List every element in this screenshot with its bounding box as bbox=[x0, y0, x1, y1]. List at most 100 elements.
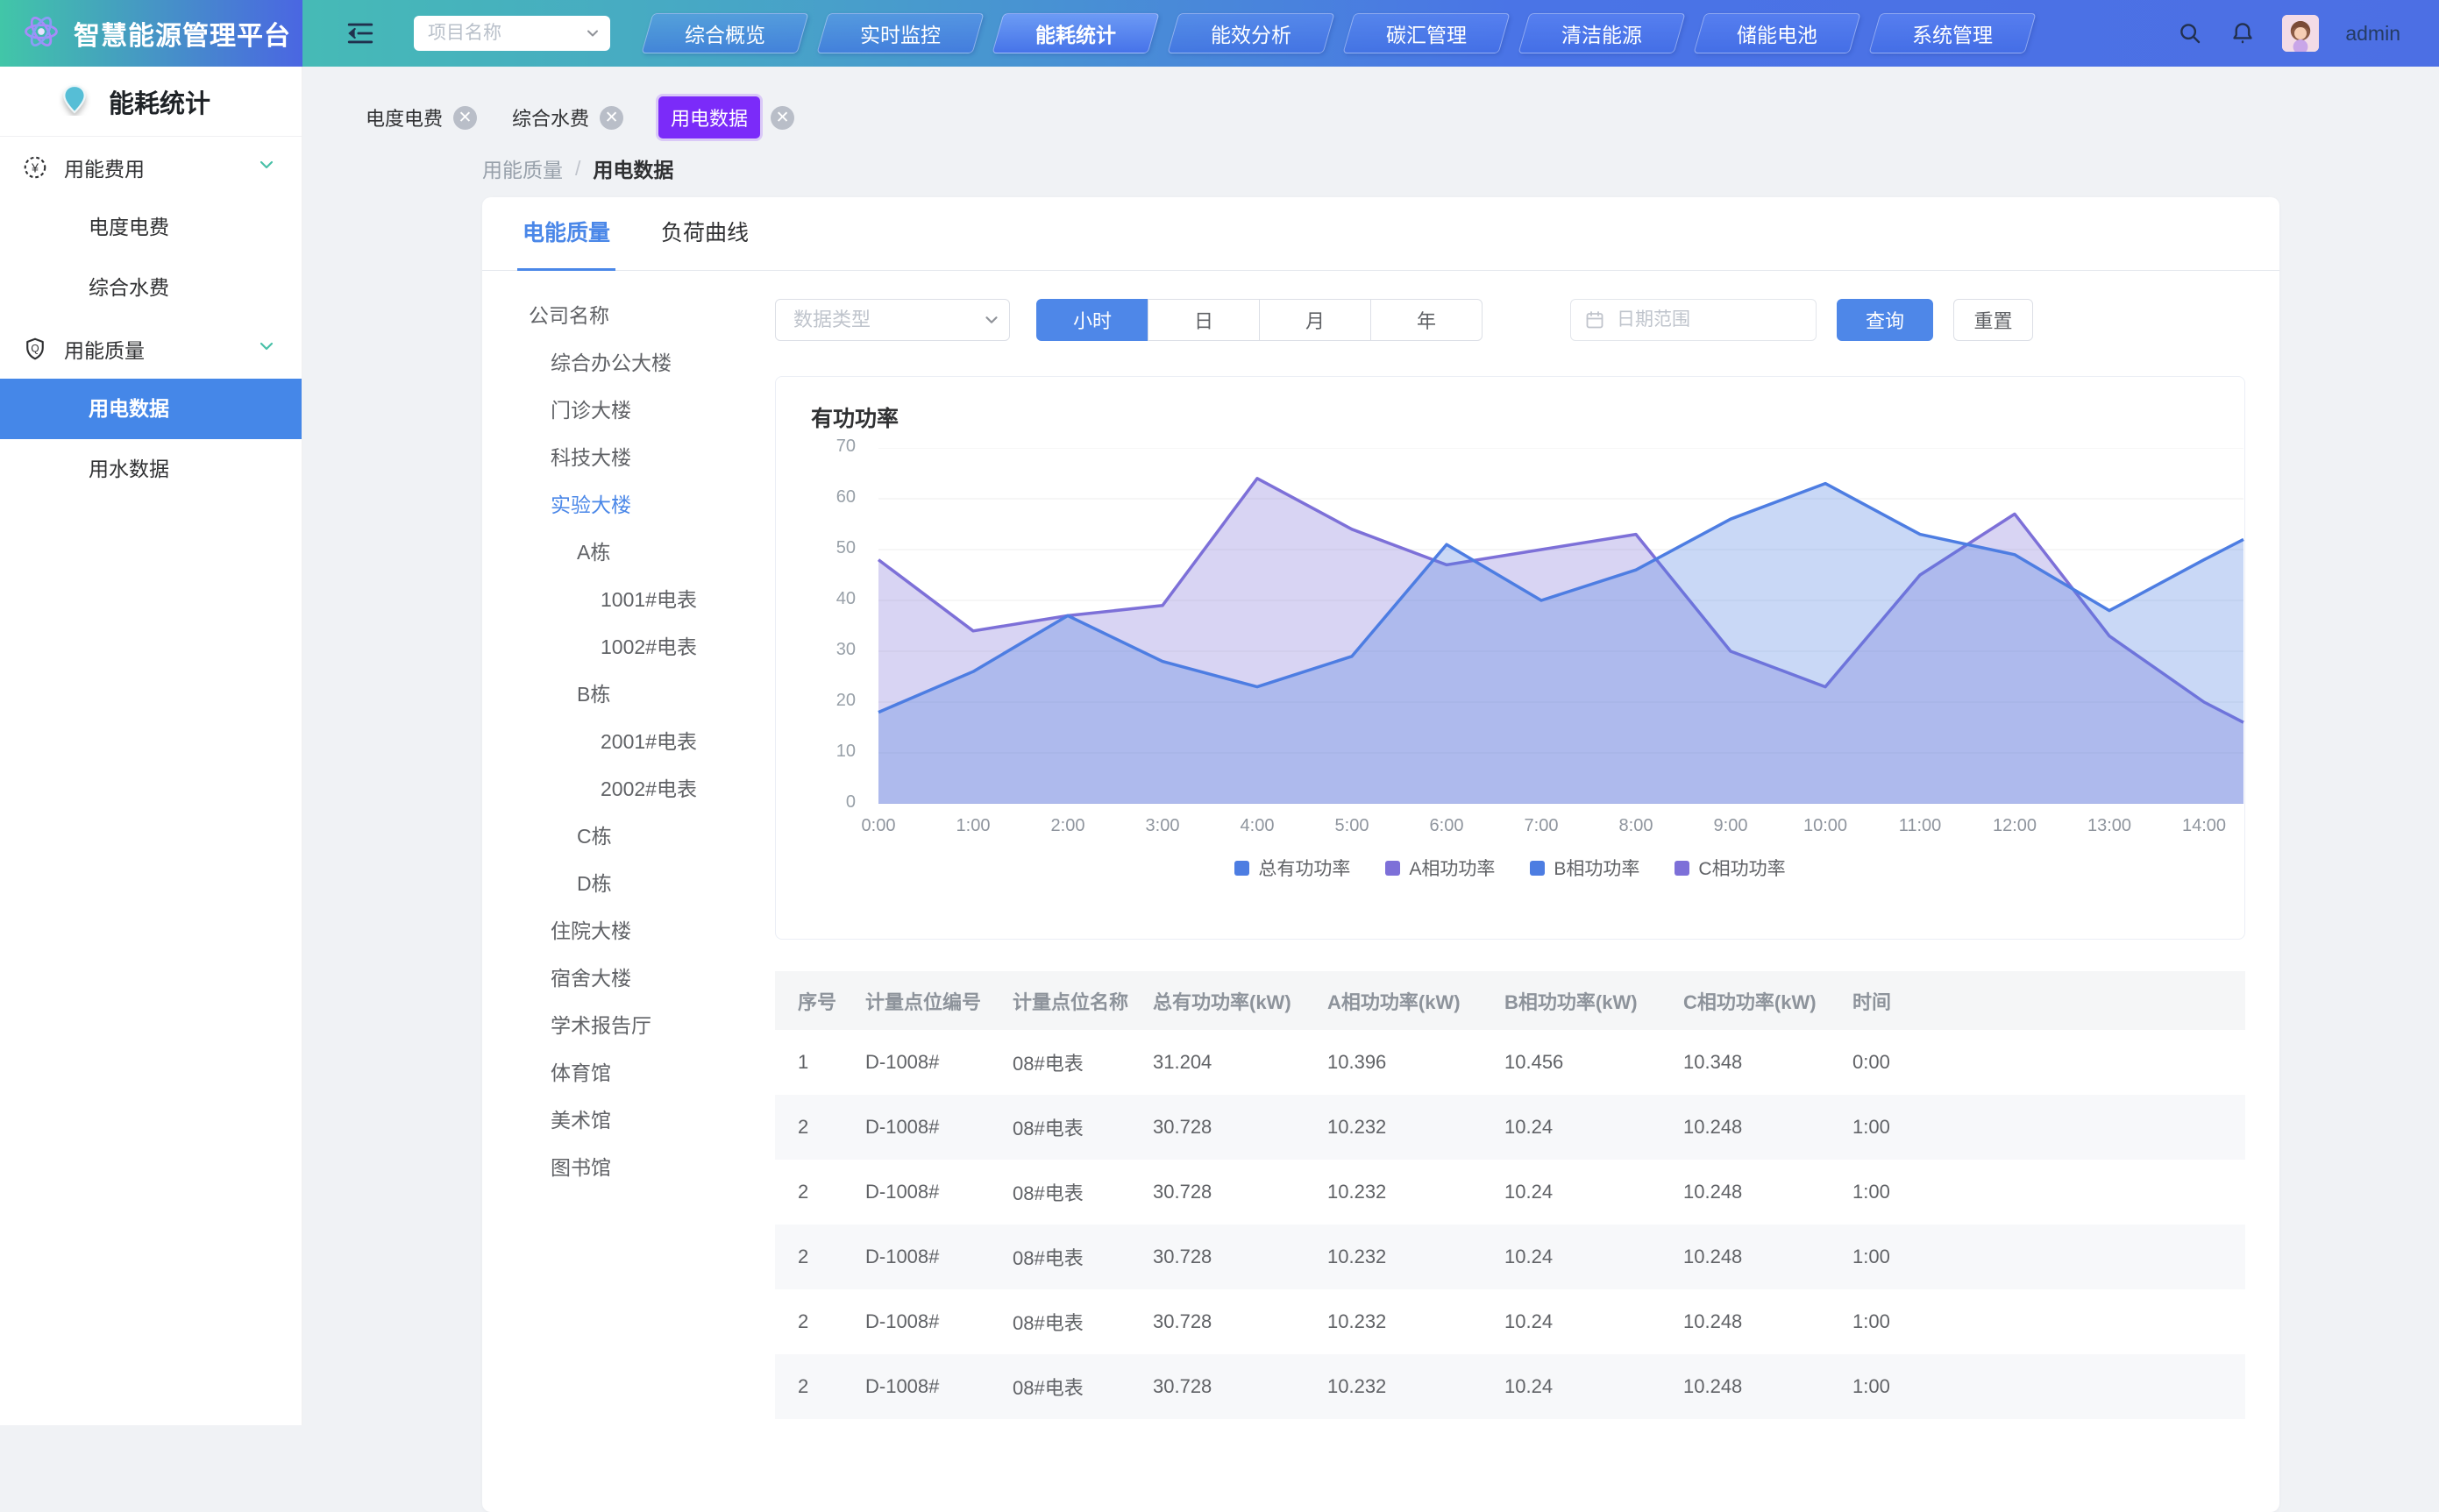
tree-item[interactable]: 科技大楼 bbox=[526, 434, 775, 481]
tree-item[interactable]: 2002#电表 bbox=[526, 765, 775, 813]
svg-text:Q: Q bbox=[31, 342, 39, 354]
y-axis-tick: 50 bbox=[803, 538, 856, 558]
project-select[interactable] bbox=[414, 16, 610, 51]
sidebar-item[interactable]: 综合水费 bbox=[0, 258, 302, 318]
legend-item[interactable]: 总有功功率 bbox=[1234, 855, 1350, 881]
data-type-input[interactable] bbox=[775, 299, 1010, 341]
tree-item[interactable]: 2001#电表 bbox=[526, 718, 775, 765]
x-axis-tick: 9:00 bbox=[1691, 816, 1770, 836]
nav-item[interactable]: 系统管理 bbox=[1868, 13, 2036, 53]
table-cell: 2 bbox=[775, 1310, 843, 1333]
main-nav: 综合概览实时监控能耗统计能效分析碳汇管理清洁能源储能电池系统管理 bbox=[647, 13, 2030, 53]
topbar-right: admin bbox=[2177, 15, 2439, 52]
period-button[interactable]: 日 bbox=[1148, 299, 1260, 341]
x-axis-tick: 12:00 bbox=[1975, 816, 2054, 836]
legend-item[interactable]: C相功功率 bbox=[1675, 855, 1785, 881]
legend-swatch bbox=[1234, 861, 1249, 876]
view-tag[interactable]: 综合水费✕ bbox=[512, 103, 623, 131]
nav-item[interactable]: 碳汇管理 bbox=[1342, 13, 1510, 53]
table-cell: 10.24 bbox=[1482, 1181, 1660, 1203]
tree-item[interactable]: 住院大楼 bbox=[526, 907, 775, 955]
username[interactable]: admin bbox=[2345, 22, 2400, 46]
svg-text:¥: ¥ bbox=[31, 161, 39, 175]
table-cell: 08#电表 bbox=[990, 1243, 1130, 1271]
table-cell: 10.248 bbox=[1660, 1310, 1830, 1333]
table-cell: 1:00 bbox=[1830, 1375, 2245, 1398]
tree-item[interactable]: 学术报告厅 bbox=[526, 1002, 775, 1049]
sidebar-item[interactable]: 电度电费 bbox=[0, 197, 302, 258]
tree-item[interactable]: 1002#电表 bbox=[526, 623, 775, 671]
period-button[interactable]: 小时 bbox=[1036, 299, 1148, 341]
tab-负荷曲线[interactable]: 负荷曲线 bbox=[656, 216, 754, 270]
table-cell: D-1008# bbox=[843, 1310, 990, 1333]
close-icon[interactable]: ✕ bbox=[600, 106, 623, 130]
data-table: 序号计量点位编号计量点位名称总有功功率(kW)A相功功率(kW)B相功功率(kW… bbox=[775, 971, 2245, 1419]
tree-item[interactable]: 图书馆 bbox=[526, 1144, 775, 1191]
view-tag[interactable]: 电度电费✕ bbox=[366, 103, 477, 131]
period-button[interactable]: 年 bbox=[1370, 299, 1483, 341]
tree-item[interactable]: 宿舍大楼 bbox=[526, 955, 775, 1002]
date-range-picker[interactable] bbox=[1570, 299, 1817, 341]
table-cell: 0:00 bbox=[1830, 1051, 2245, 1074]
breadcrumb-current: 用电数据 bbox=[593, 153, 673, 183]
sidebar-group-label: 用能费用 bbox=[64, 153, 145, 182]
sidebar-item[interactable]: 用水数据 bbox=[0, 439, 302, 500]
sidebar-group[interactable]: Q用能质量 bbox=[0, 318, 302, 379]
tree-item[interactable]: 公司名称 bbox=[526, 292, 775, 339]
project-select-input[interactable] bbox=[414, 16, 610, 51]
close-icon[interactable]: ✕ bbox=[453, 106, 477, 130]
tree-item[interactable]: 门诊大楼 bbox=[526, 387, 775, 434]
table-cell: D-1008# bbox=[843, 1375, 990, 1398]
view-tag-label: 用电数据 bbox=[658, 96, 760, 138]
table-cell: 10.232 bbox=[1305, 1375, 1482, 1398]
tree-item[interactable]: A栋 bbox=[526, 529, 775, 576]
query-button[interactable]: 查询 bbox=[1837, 299, 1933, 341]
tab-电能质量[interactable]: 电能质量 bbox=[517, 216, 615, 270]
legend-item[interactable]: B相功功率 bbox=[1530, 855, 1639, 881]
close-icon[interactable]: ✕ bbox=[771, 106, 794, 130]
view-tag[interactable]: 用电数据 ✕ bbox=[658, 96, 794, 138]
tree-item[interactable]: 1001#电表 bbox=[526, 576, 775, 623]
tree-item[interactable]: C栋 bbox=[526, 813, 775, 860]
table-cell: 10.232 bbox=[1305, 1181, 1482, 1203]
sidebar-item[interactable]: 用电数据 bbox=[0, 379, 302, 439]
bell-icon[interactable] bbox=[2229, 20, 2256, 46]
tree-item[interactable]: 美术馆 bbox=[526, 1097, 775, 1144]
x-axis-tick: 14:00 bbox=[2165, 816, 2243, 836]
tree-item[interactable]: D栋 bbox=[526, 860, 775, 907]
nav-item[interactable]: 实时监控 bbox=[816, 13, 984, 53]
table-cell: 10.24 bbox=[1482, 1116, 1660, 1139]
nav-item[interactable]: 能耗统计 bbox=[992, 13, 1159, 53]
nav-item[interactable]: 清洁能源 bbox=[1518, 13, 1685, 53]
nav-item[interactable]: 综合概览 bbox=[641, 13, 808, 53]
avatar[interactable] bbox=[2282, 15, 2319, 52]
table-cell: 2 bbox=[775, 1375, 843, 1398]
breadcrumb: 用能质量 / 用电数据 bbox=[302, 142, 2439, 186]
x-axis-tick: 0:00 bbox=[839, 816, 918, 836]
data-type-select[interactable] bbox=[775, 299, 1010, 341]
nav-item-label: 能耗统计 bbox=[1035, 18, 1116, 48]
collapse-menu-icon[interactable] bbox=[345, 18, 375, 48]
chart-title: 有功功率 bbox=[811, 401, 899, 433]
table-cell: 10.396 bbox=[1305, 1051, 1482, 1074]
sidebar-header: 能耗统计 bbox=[0, 67, 302, 137]
nav-item[interactable]: 储能电池 bbox=[1693, 13, 1860, 53]
x-axis-tick: 8:00 bbox=[1596, 816, 1675, 836]
period-button[interactable]: 月 bbox=[1259, 299, 1371, 341]
table-cell: 10.248 bbox=[1660, 1181, 1830, 1203]
tree-item[interactable]: 体育馆 bbox=[526, 1049, 775, 1097]
search-icon[interactable] bbox=[2177, 20, 2203, 46]
chart-legend: 总有功功率 A相功功率 B相功功率 C相功功率 bbox=[776, 855, 2244, 881]
table-cell: 08#电表 bbox=[990, 1048, 1130, 1076]
date-range-input[interactable] bbox=[1570, 299, 1817, 341]
tree-item[interactable]: B栋 bbox=[526, 671, 775, 718]
legend-item[interactable]: A相功功率 bbox=[1385, 855, 1495, 881]
nav-item[interactable]: 能效分析 bbox=[1167, 13, 1334, 53]
breadcrumb-parent[interactable]: 用能质量 bbox=[482, 153, 563, 183]
tree-item[interactable]: 综合办公大楼 bbox=[526, 339, 775, 387]
coin-yen-icon: ¥ bbox=[22, 154, 48, 181]
sidebar-group[interactable]: ¥ 用能费用 bbox=[0, 137, 302, 197]
legend-label: C相功功率 bbox=[1698, 855, 1785, 881]
reset-button[interactable]: 重置 bbox=[1953, 299, 2033, 341]
tree-item[interactable]: 实验大楼 bbox=[526, 481, 775, 529]
